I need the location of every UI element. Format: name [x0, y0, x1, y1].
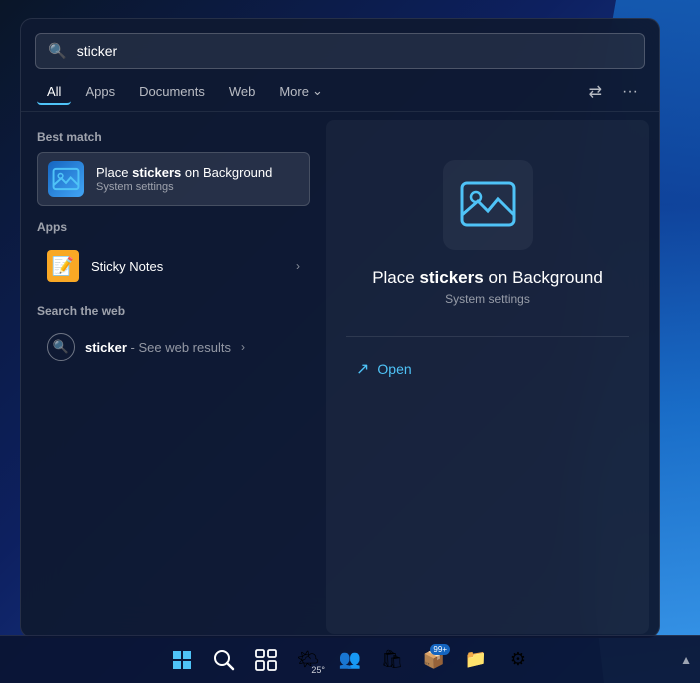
search-icon: 🔍: [48, 42, 67, 60]
result-big-icon: [443, 160, 533, 250]
share-icon[interactable]: ⇄: [584, 80, 607, 104]
open-icon: ↗: [356, 359, 369, 379]
tab-more[interactable]: More ⌄: [269, 79, 333, 105]
best-match-label: Best match: [37, 130, 310, 144]
tab-documents[interactable]: Documents: [129, 80, 215, 105]
taskbar-weather[interactable]: 🌤 25°: [289, 641, 327, 679]
best-match-subtitle: System settings: [96, 181, 272, 193]
right-panel: Place stickers on Background System sett…: [326, 120, 649, 634]
apps-section: Apps 📝 Sticky Notes ›: [37, 220, 310, 290]
web-query: sticker: [85, 340, 127, 355]
tab-all[interactable]: All: [37, 80, 71, 105]
taskbar: 🌤 25° 👥 🛍 📦 99+ 📁 ⚙ ▲: [0, 635, 700, 683]
left-panel: Best match Place stickers on Background …: [21, 112, 326, 638]
start-menu: 🔍 All Apps Documents Web More ⌄ ⇄ ··· Be…: [20, 18, 660, 638]
taskbar-settings[interactable]: ⚙: [499, 641, 537, 679]
web-label: Search the web: [37, 304, 310, 318]
web-search-item[interactable]: 🔍 sticker - See web results ›: [37, 326, 310, 368]
web-suffix: - See web results: [127, 340, 231, 355]
chevron-right-icon-web: ›: [241, 340, 245, 354]
taskbar-center: 🌤 25° 👥 🛍 📦 99+ 📁 ⚙: [163, 641, 537, 679]
search-bar[interactable]: 🔍: [35, 33, 645, 69]
best-match-item[interactable]: Place stickers on Background System sett…: [37, 152, 310, 206]
result-subtitle: System settings: [445, 292, 530, 306]
main-content: Best match Place stickers on Background …: [21, 112, 659, 638]
open-button[interactable]: ↗ Open: [346, 353, 422, 385]
best-match-title: Place stickers on Background: [96, 165, 272, 180]
system-tray: ▲: [680, 653, 692, 667]
web-search-text: sticker - See web results: [85, 340, 231, 355]
tab-web[interactable]: Web: [219, 80, 266, 105]
chevron-right-icon: ›: [296, 259, 300, 273]
web-search-icon: 🔍: [47, 333, 75, 361]
chevron-down-icon: ⌄: [312, 83, 323, 99]
open-label: Open: [377, 361, 411, 377]
taskbar-taskview[interactable]: [247, 641, 285, 679]
taskbar-search[interactable]: [205, 641, 243, 679]
app-name: Sticky Notes: [91, 259, 284, 274]
list-item[interactable]: 📝 Sticky Notes ›: [37, 242, 310, 290]
taskbar-right: ▲: [680, 653, 692, 667]
best-match-icon: [48, 161, 84, 197]
result-title: Place stickers on Background: [372, 268, 603, 288]
update-badge: 99+: [430, 644, 450, 655]
taskbar-files[interactable]: 📁: [457, 641, 495, 679]
divider: [346, 336, 629, 337]
best-match-bold: stickers: [132, 165, 181, 180]
best-match-text: Place stickers on Background System sett…: [96, 165, 272, 193]
taskbar-teams[interactable]: 👥: [331, 641, 369, 679]
taskbar-updates[interactable]: 📦 99+: [415, 641, 453, 679]
sticky-notes-icon: 📝: [47, 250, 79, 282]
apps-label: Apps: [37, 220, 310, 234]
result-bold: stickers: [419, 268, 483, 287]
search-input[interactable]: [77, 43, 632, 59]
tab-apps[interactable]: Apps: [75, 80, 125, 105]
tab-actions: ⇄ ···: [584, 80, 643, 104]
more-options-icon[interactable]: ···: [617, 81, 643, 103]
filter-tabs: All Apps Documents Web More ⌄ ⇄ ···: [21, 69, 659, 112]
taskbar-start[interactable]: [163, 641, 201, 679]
taskbar-store[interactable]: 🛍: [373, 641, 411, 679]
web-section: Search the web 🔍 sticker - See web resul…: [37, 304, 310, 368]
